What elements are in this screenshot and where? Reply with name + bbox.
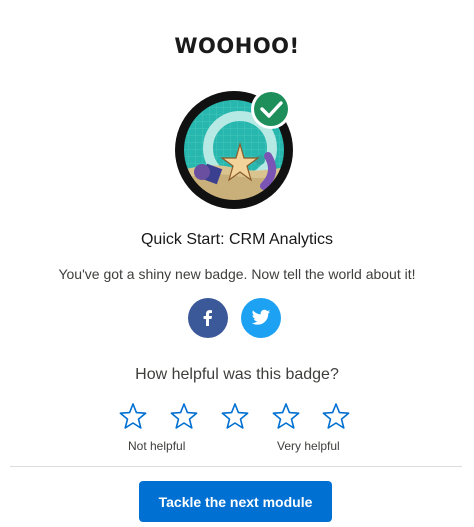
facebook-icon [203, 310, 212, 326]
star-outline-icon [272, 403, 300, 429]
star-outline-icon [221, 403, 249, 429]
next-module-button[interactable]: Tackle the next module [139, 481, 332, 522]
share-message: You've got a shiny new badge. Now tell t… [58, 266, 416, 282]
badge-image [174, 86, 298, 210]
badge-icon [175, 89, 293, 209]
rating-star-3[interactable] [221, 402, 249, 430]
feedback-question: How helpful was this badge? [135, 366, 339, 383]
star-outline-icon [322, 403, 350, 429]
facebook-share-button[interactable] [188, 298, 228, 338]
rating-star-4[interactable] [272, 402, 300, 430]
rating-star-1[interactable] [119, 402, 147, 430]
star-outline-icon [119, 403, 147, 429]
social-share-buttons [0, 298, 474, 338]
page-title: WOOHOO! [174, 34, 300, 58]
rating-star-5[interactable] [322, 402, 350, 430]
module-title: Quick Start: CRM Analytics [140, 231, 334, 248]
twitter-share-button[interactable] [241, 298, 281, 338]
divider [10, 466, 462, 467]
rating-star-2[interactable] [170, 402, 198, 430]
rating-high-label: Very helpful [277, 439, 340, 453]
twitter-icon [251, 309, 271, 325]
rating-low-label: Not helpful [128, 439, 186, 453]
star-rating [119, 402, 359, 432]
star-outline-icon [170, 403, 198, 429]
